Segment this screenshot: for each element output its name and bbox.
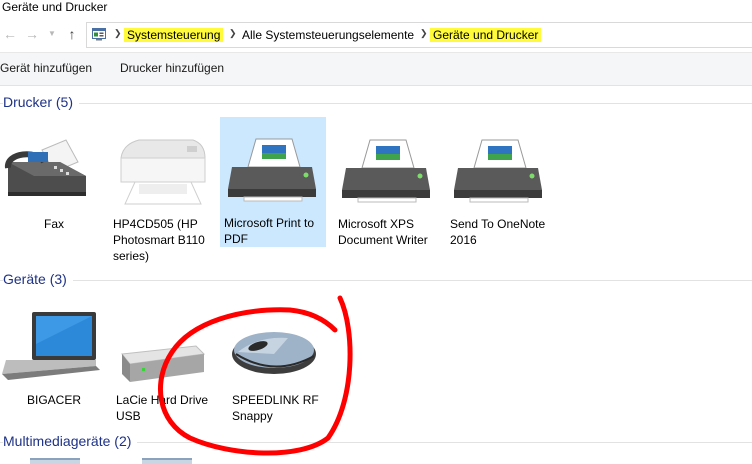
navigation-bar: ← → ▼ ↑ ❯ Systemsteuerung ❯ Alle Systems… [0, 20, 752, 48]
command-bar: Gerät hinzufügen Drucker hinzufügen [0, 52, 752, 86]
device-item-microsoft-print-to-pdf[interactable]: Microsoft Print to PDF [220, 117, 326, 247]
device-item-microsoft-xps-document-writer[interactable]: Microsoft XPS Document Writer [334, 118, 440, 248]
device-item-label: LaCie Hard Drive USB [116, 393, 209, 423]
multimedia-device-icon [30, 458, 80, 464]
device-item-send-to-onenote-2016[interactable]: Send To OneNote 2016 [446, 118, 552, 248]
device-item-lacie-hard-drive-usb[interactable]: LaCie Hard Drive USB [112, 294, 218, 424]
breadcrumb-separator-icon: ❯ [229, 28, 237, 38]
section-title: Multimediageräte (2) [3, 433, 138, 449]
inkjet-printer-icon [120, 139, 206, 205]
device-item-label: HP4CD505 (HP Photosmart B110 series) [113, 217, 205, 263]
recent-locations-button[interactable]: ▼ [44, 24, 60, 44]
add-printer-button[interactable]: Drucker hinzufügen [120, 61, 224, 75]
breadcrumb-separator-icon: ❯ [114, 28, 122, 38]
forward-button[interactable]: → [24, 24, 40, 44]
device-item-label: SPEEDLINK RF Snappy [232, 393, 319, 423]
mouse-icon [232, 332, 316, 374]
section-divider [0, 103, 752, 104]
device-item-label: Send To OneNote 2016 [450, 217, 546, 247]
hard-drive-icon [121, 345, 206, 382]
printer-icon [342, 139, 430, 203]
section-title: Drucker (5) [3, 94, 80, 110]
title-bar: Geräte und Drucker [0, 0, 752, 16]
printer-icon [454, 139, 542, 203]
breadcrumb-geraete-und-drucker[interactable]: Geräte und Drucker [430, 28, 542, 42]
section-divider [0, 280, 752, 281]
breadcrumb-alle-elemente[interactable]: Alle Systemsteuerungselemente [239, 28, 417, 42]
section-title: Geräte (3) [3, 271, 73, 287]
chevron-down-icon: ▼ [48, 29, 56, 38]
device-item-bigacer[interactable]: BIGACER [0, 294, 106, 424]
arrow-right-icon: → [25, 26, 39, 42]
fax-icon [5, 139, 86, 196]
section-header-printers[interactable]: Drucker (5) [0, 92, 752, 112]
add-device-button[interactable]: Gerät hinzufügen [0, 61, 92, 75]
up-button[interactable]: ↑ [64, 24, 80, 44]
device-item-hp4cd505[interactable]: HP4CD505 (HP Photosmart B110 series) [109, 118, 215, 263]
printer-icon [228, 138, 316, 202]
device-item-speedlink-rf-snappy[interactable]: SPEEDLINK RF Snappy [228, 294, 334, 424]
arrow-up-icon: ↑ [68, 26, 76, 42]
section-header-multimedia[interactable]: Multimediageräte (2) [0, 431, 752, 451]
device-item-label: Fax [43, 217, 64, 231]
device-item-label: BIGACER [26, 393, 81, 407]
breadcrumb-separator-icon: ❯ [420, 28, 428, 38]
device-item-label: Microsoft XPS Document Writer [338, 217, 428, 247]
control-panel-icon [92, 28, 106, 41]
device-item-label: Microsoft Print to PDF [224, 216, 315, 246]
window-title: Geräte und Drucker [2, 0, 108, 14]
device-item-fax[interactable]: Fax [0, 118, 106, 248]
section-header-devices[interactable]: Geräte (3) [0, 269, 752, 289]
multimedia-device-icon [142, 458, 192, 464]
arrow-left-icon: ← [3, 26, 17, 42]
address-bar[interactable]: ❯ Systemsteuerung ❯ Alle Systemsteuerung… [86, 22, 752, 48]
breadcrumb-systemsteuerung[interactable]: Systemsteuerung [124, 28, 224, 42]
back-button[interactable]: ← [2, 24, 18, 44]
laptop-icon [2, 312, 100, 380]
